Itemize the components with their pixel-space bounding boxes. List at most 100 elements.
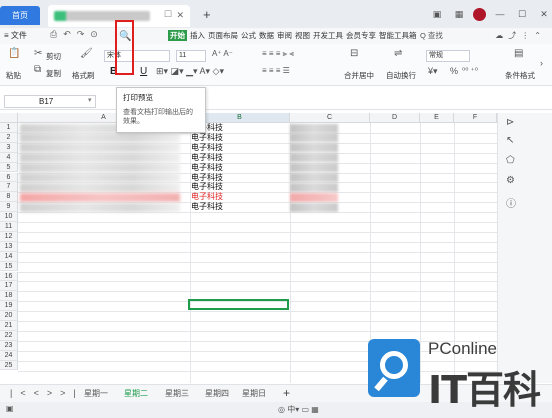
row-header[interactable]: 15 [0,261,18,272]
tab-member[interactable]: 会员专享 [346,30,376,41]
row-header[interactable]: 7 [0,182,18,193]
window-layout-icon[interactable]: ▣ [429,9,445,20]
blurred-cell-c[interactable] [290,133,338,143]
wrap-text-button[interactable]: 自动换行 [386,70,416,81]
underline-button[interactable]: U [140,66,147,77]
row-header[interactable]: 21 [0,321,18,331]
add-sheet-button[interactable]: + [283,386,290,400]
blurred-cell-c[interactable] [290,182,338,192]
selected-cell-b17[interactable] [188,299,289,310]
cloud-share-icons[interactable]: ☁⤴⋮⌃ [495,30,546,41]
row-header[interactable]: 17 [0,281,18,292]
blurred-cell-a[interactable] [20,133,180,143]
cell-b[interactable]: 电子科技 [190,173,290,183]
comment-icon[interactable]: ☐ [164,9,172,20]
cell-b[interactable]: 电子科技 [190,202,290,212]
sheet-tab-5[interactable]: 星期日 [242,388,266,399]
row-header[interactable]: 14 [0,251,18,262]
row-header[interactable]: 9 [0,202,18,213]
cell-b[interactable]: 电子科技 [190,133,290,143]
minimize-icon[interactable]: — [492,9,508,19]
shape-icon[interactable]: ⬠ [506,155,515,166]
blurred-cell-c[interactable] [290,192,338,202]
tab-data[interactable]: 数据 [259,30,274,41]
row-header[interactable]: 18 [0,291,18,302]
row-header[interactable]: 5 [0,162,18,173]
font-family-select[interactable]: 宋体 [104,50,170,62]
format-painter-icon[interactable]: 🖌 [80,48,93,59]
blurred-cell-a[interactable] [20,192,180,202]
help-icon[interactable]: ⓘ [506,195,516,210]
file-menu[interactable]: ≡ 文件 [4,30,27,41]
increase-font-icon[interactable]: A⁺ A⁻ [212,49,233,58]
copy-button[interactable]: 复制 [46,68,61,79]
row-header[interactable]: 3 [0,142,18,153]
percent-button[interactable]: % [450,66,458,76]
row-header[interactable]: 10 [0,212,18,222]
align-top-icons[interactable]: ≡ ≡ ≡ ⫸ ⫷ [262,49,294,59]
avatar[interactable] [473,7,486,21]
macro-icon[interactable]: ▣ [6,404,14,413]
tab-home[interactable]: 开始 [168,30,187,41]
tab-smart-tools[interactable]: 智能工具箱 [379,30,417,41]
tab-page-layout[interactable]: 页面布局 [208,30,238,41]
currency-icon[interactable]: ¥▾ [428,66,438,77]
row-header[interactable]: 13 [0,241,18,252]
cursor-select-icon[interactable]: ↖ [506,135,514,146]
view-mode-icons[interactable]: ◎ 中▾ ▭ ▦ [278,404,319,415]
tab-review[interactable]: 审阅 [277,30,292,41]
row-header[interactable]: 2 [0,132,18,143]
name-box[interactable]: B17 [4,95,96,108]
column-header-e[interactable]: E [420,113,454,123]
tab-view[interactable]: 视图 [295,30,310,41]
blurred-cell-a[interactable] [20,153,180,163]
scissors-icon[interactable]: ✂ [34,48,42,59]
cut-button[interactable]: 剪切 [46,51,61,62]
row-header[interactable]: 22 [0,330,18,341]
row-header[interactable]: 20 [0,311,18,321]
quick-access-icons[interactable]: ⎙↶↷⊙ [50,29,104,40]
blurred-cell-a[interactable] [20,202,180,212]
paste-label[interactable]: 粘贴 [6,70,21,81]
cell-b[interactable]: 电子科技 [190,163,290,173]
align-horizontal-icons[interactable]: ≡ ≡ ≡ ☰ [262,66,290,75]
sheet-nav-arrows[interactable]: |<<>>| [10,388,84,398]
ribbon-scroll-icon[interactable]: › [540,58,543,68]
row-header[interactable]: 6 [0,172,18,183]
select-all-corner[interactable] [0,113,18,123]
blurred-cell-c[interactable] [290,173,338,182]
blurred-cell-c[interactable] [290,153,338,163]
search-box[interactable]: Q 查找 [420,30,443,41]
column-header-d[interactable]: D [370,113,420,123]
row-header[interactable]: 23 [0,340,18,351]
row-header[interactable]: 8 [0,192,18,203]
border-icon[interactable]: ⊞▾ ◪▾ ▁▾ A▾ ◇▾ [156,66,224,77]
settings-icon[interactable]: ⚙ [506,175,515,186]
tab-insert[interactable]: 插入 [190,30,205,41]
row-header[interactable]: 4 [0,152,18,163]
number-format-select[interactable]: 常规 [426,50,470,62]
blurred-cell-a[interactable] [20,182,180,192]
font-size-select[interactable]: 11 [176,50,206,62]
row-header[interactable]: 25 [0,360,18,371]
cell-b[interactable]: 电子科技 [190,153,290,163]
cell-b[interactable]: 电子科技 [190,143,290,153]
blurred-cell-a[interactable] [20,163,180,173]
blurred-cell-c[interactable] [290,163,338,173]
blurred-cell-c[interactable] [290,202,338,212]
cell-b[interactable]: 电子科技 [190,192,290,202]
row-header[interactable]: 24 [0,350,18,361]
sheet-tab-3[interactable]: 星期三 [165,388,189,399]
row-header[interactable]: 19 [0,301,18,312]
condition-format-button[interactable]: 条件格式 [505,70,535,81]
sheet-tab-1[interactable]: 星期一 [84,388,108,399]
row-header[interactable]: 16 [0,271,18,282]
paste-icon[interactable]: 📋 [8,48,20,59]
sheet-tab-4[interactable]: 星期四 [205,388,229,399]
blurred-cell-c[interactable] [290,143,338,153]
column-header-f[interactable]: F [454,113,497,123]
blurred-cell-a[interactable] [20,143,180,153]
maximize-icon[interactable]: ☐ [514,9,530,20]
format-painter-button[interactable]: 格式刷 [72,70,95,81]
column-header-c[interactable]: C [290,113,370,123]
